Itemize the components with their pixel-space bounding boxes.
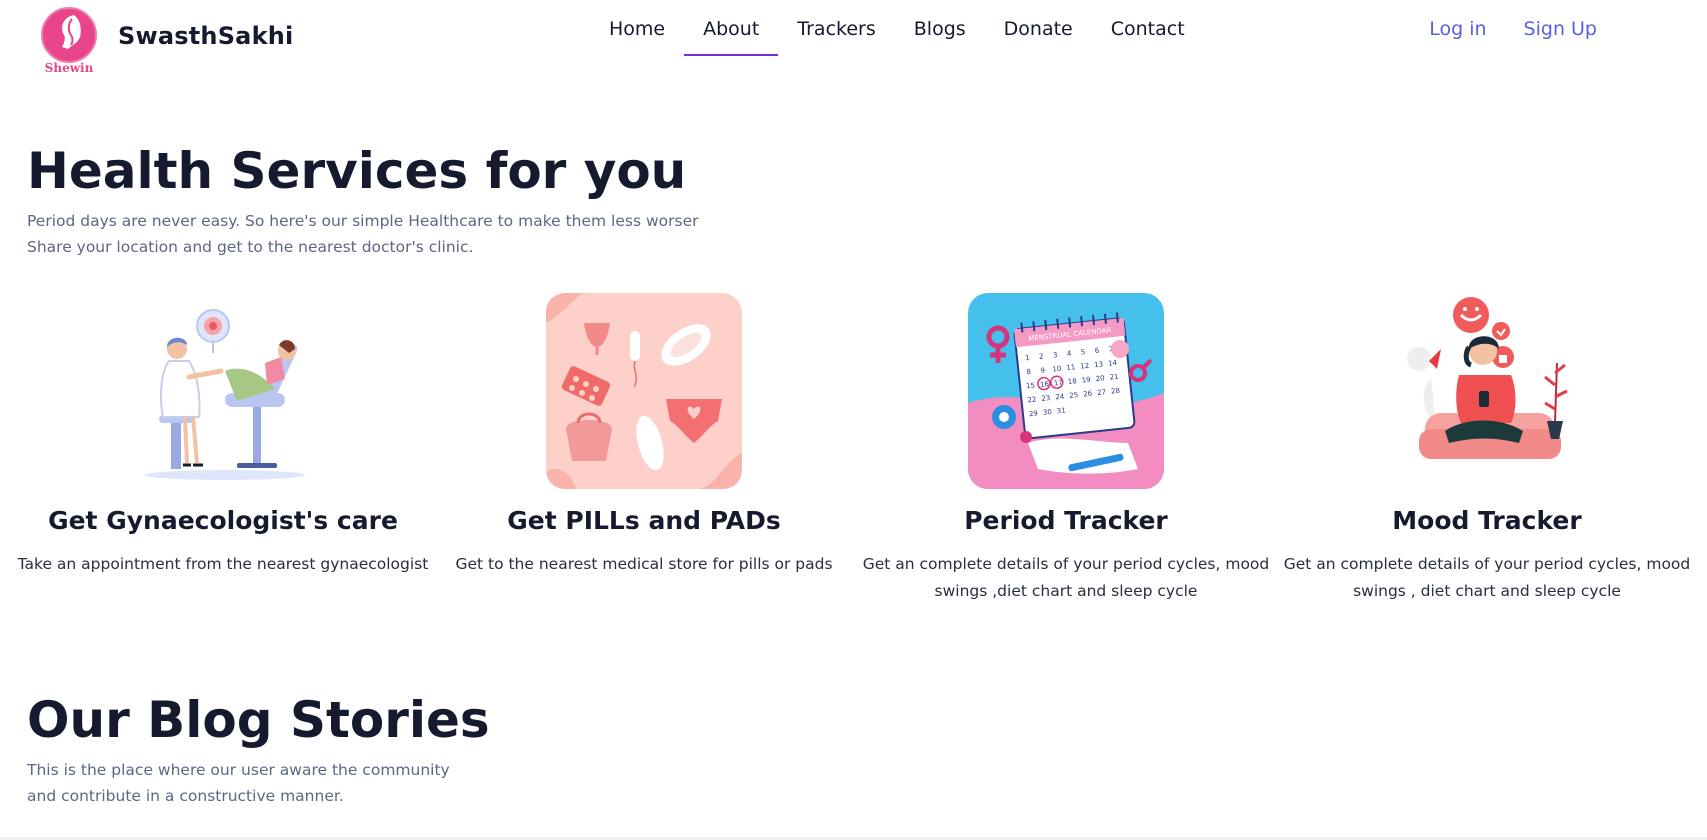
mood-illustration	[1389, 293, 1585, 489]
svg-text:25: 25	[1069, 391, 1079, 400]
service-card-pills-pads[interactable]: Get PILLs and PADs Get to the nearest me…	[434, 293, 854, 578]
service-description: Get an complete details of your period c…	[862, 555, 1270, 600]
service-title: Mood Tracker	[1392, 506, 1582, 535]
gynaecologist-illustration	[125, 293, 321, 489]
service-card-mood-tracker[interactable]: Mood Tracker Get an complete details of …	[1277, 293, 1697, 605]
svg-text:22: 22	[1027, 395, 1037, 404]
menstrual-calendar-illustration: MENSTRUAL CALENDAR 1234567 8 9 10 11 12 13 14 …	[968, 293, 1164, 489]
nav-trackers[interactable]: Trackers	[778, 0, 894, 56]
svg-text:18: 18	[1067, 377, 1077, 386]
svg-text:15: 15	[1026, 382, 1036, 391]
svg-text:2: 2	[1039, 352, 1044, 360]
services-heading: Health Services for you	[27, 142, 687, 200]
svg-text:27: 27	[1097, 388, 1107, 397]
svg-text:20: 20	[1095, 374, 1105, 383]
services-intro-line-1: Period days are never easy. So here's ou…	[27, 212, 699, 230]
blog-intro-line-2: and contribute in a constructive manner.	[27, 787, 344, 805]
service-description: Get an complete details of your period c…	[1283, 555, 1691, 600]
svg-text:19: 19	[1081, 376, 1091, 385]
svg-text:12: 12	[1080, 362, 1090, 371]
svg-text:5: 5	[1080, 348, 1085, 356]
svg-text:10: 10	[1052, 365, 1062, 374]
svg-text:3: 3	[1053, 351, 1058, 359]
svg-text:21: 21	[1109, 373, 1119, 382]
service-title: Get Gynaecologist's care	[48, 506, 398, 535]
svg-text:24: 24	[1055, 392, 1065, 401]
service-description: Take an appointment from the nearest gyn…	[17, 555, 429, 573]
svg-text:9: 9	[1040, 366, 1045, 374]
svg-text:1: 1	[1025, 354, 1030, 362]
svg-text:8: 8	[1026, 368, 1031, 376]
nav-contact[interactable]: Contact	[1092, 0, 1204, 56]
service-card-gynaecologist[interactable]: Get Gynaecologist's care Take an appoint…	[13, 293, 433, 578]
service-description: Get to the nearest medical store for pil…	[455, 555, 833, 573]
nav-blogs[interactable]: Blogs	[895, 0, 985, 56]
services-cards: Get Gynaecologist's care Take an appoint…	[0, 293, 1707, 613]
services-intro-line-2: Share your location and get to the neare…	[27, 238, 474, 256]
svg-text:28: 28	[1111, 387, 1121, 396]
login-link[interactable]: Log in	[1429, 0, 1486, 58]
brand-name[interactable]: SwasthSakhi	[118, 22, 293, 50]
blog-heading: Our Blog Stories	[27, 691, 490, 749]
main-nav: Home About Trackers Blogs Donate Contact	[590, 0, 1204, 56]
svg-text:11: 11	[1066, 363, 1076, 372]
pills-pads-illustration	[546, 293, 742, 489]
svg-text:29: 29	[1029, 409, 1039, 418]
svg-text:23: 23	[1041, 394, 1051, 403]
nav-home[interactable]: Home	[590, 0, 684, 56]
auth-links: Log in Sign Up	[1429, 0, 1597, 58]
service-title: Period Tracker	[964, 506, 1168, 535]
signup-link[interactable]: Sign Up	[1524, 0, 1597, 58]
blog-intro-line-1: This is the place where our user aware t…	[27, 761, 450, 779]
svg-text:13: 13	[1094, 360, 1104, 369]
svg-text:30: 30	[1043, 408, 1053, 417]
nav-about[interactable]: About	[684, 0, 779, 56]
top-navbar: Shewin SwasthSakhi Home About Trackers B…	[0, 0, 1707, 80]
svg-text:31: 31	[1056, 406, 1066, 415]
service-title: Get PILLs and PADs	[507, 506, 781, 535]
logo-caption: Shewin	[45, 61, 94, 75]
shewin-logo[interactable]: Shewin	[38, 5, 100, 75]
svg-text:26: 26	[1083, 390, 1093, 399]
svg-text:14: 14	[1108, 359, 1118, 368]
nav-donate[interactable]: Donate	[985, 0, 1092, 56]
service-card-period-tracker[interactable]: MENSTRUAL CALENDAR 1234567 8 9 10 11 12 13 14 …	[856, 293, 1276, 605]
